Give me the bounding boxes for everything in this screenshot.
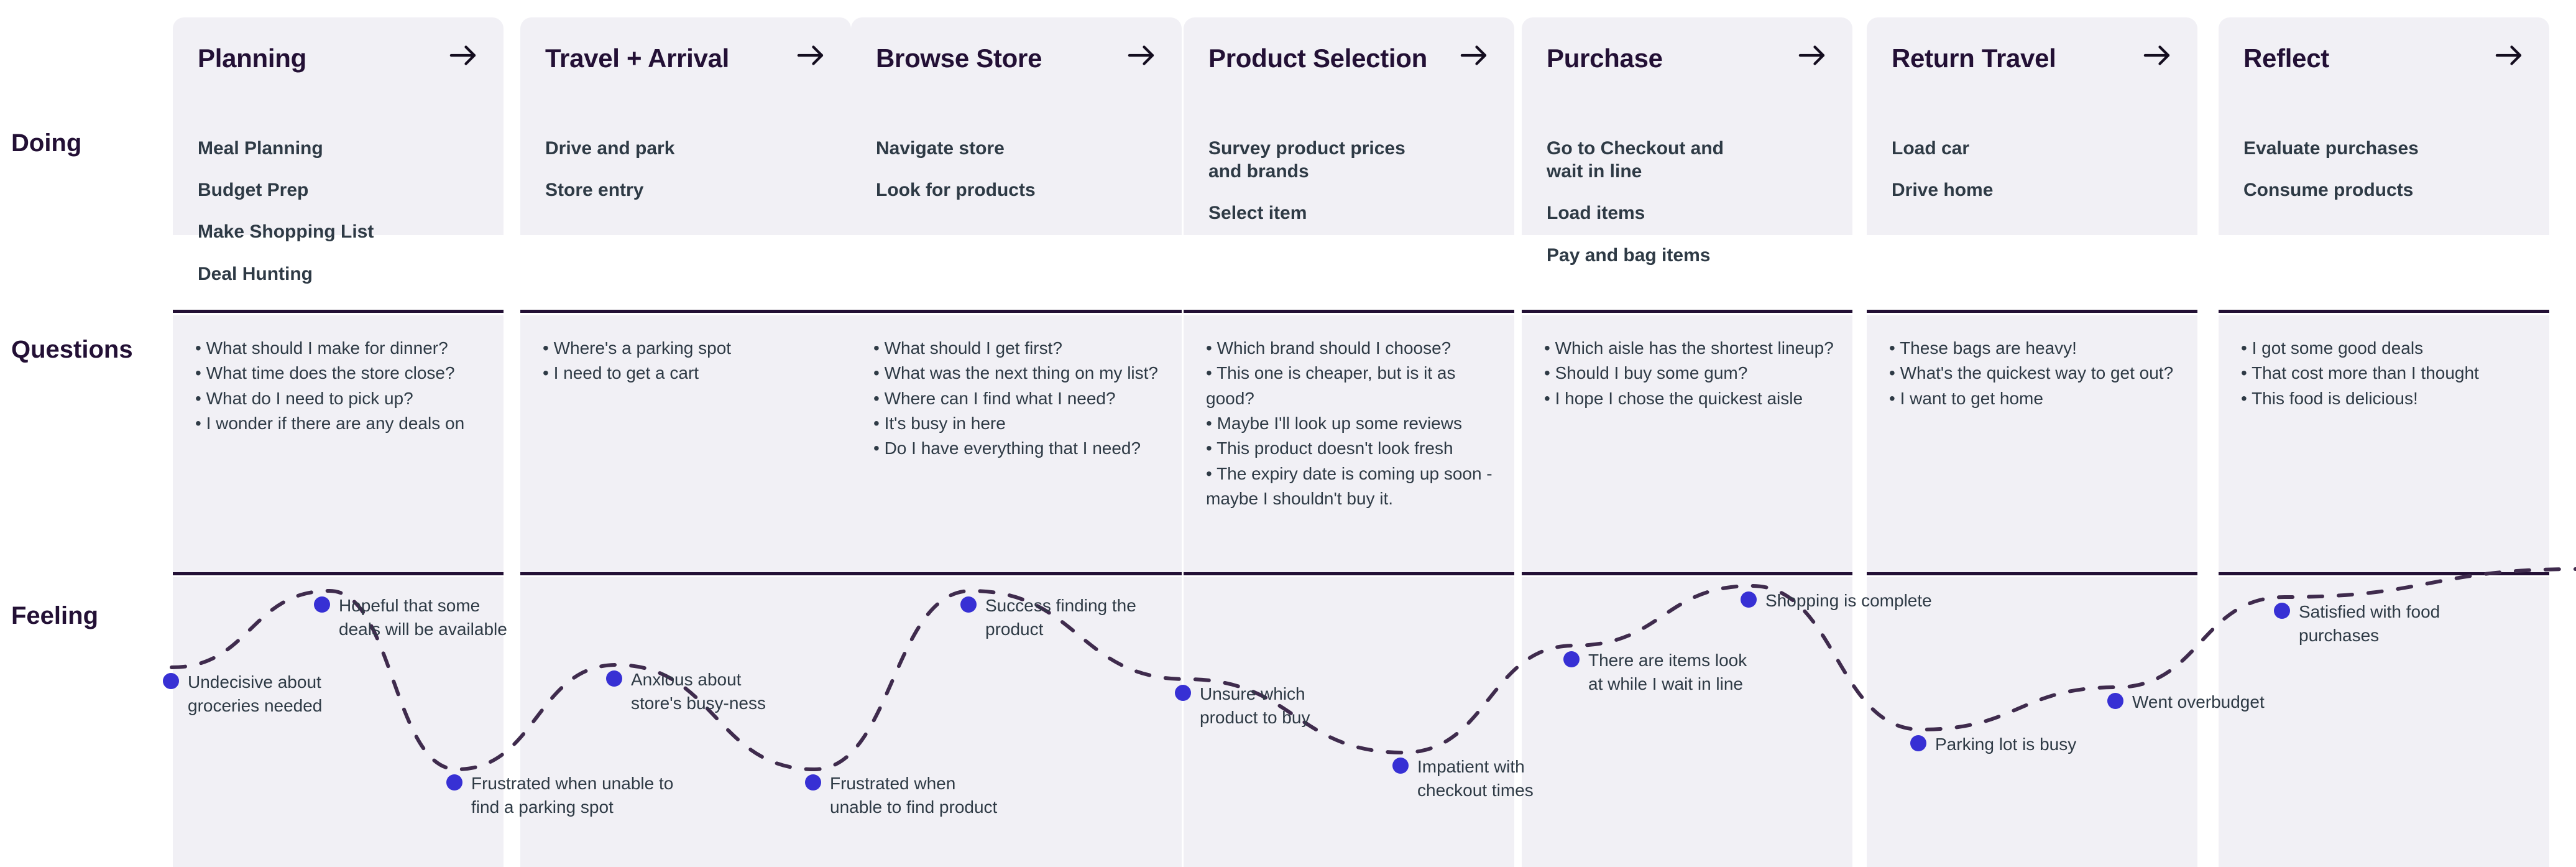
emotion-dot-icon: [960, 596, 977, 613]
emotion-dot-icon: [2274, 603, 2290, 619]
feeling-node[interactable]: Hopeful that some deals will be availabl…: [314, 594, 507, 641]
feeling-node[interactable]: Success finding the product: [960, 594, 1136, 641]
feeling-node[interactable]: Parking lot is busy: [1910, 733, 2076, 756]
emotion-dot-icon: [1392, 758, 1409, 774]
feeling-node[interactable]: Impatient with checkout times: [1392, 755, 1534, 802]
feeling-label: Impatient with checkout times: [1417, 757, 1534, 800]
feeling-label: Parking lot is busy: [1935, 735, 2077, 754]
emotion-dot-icon: [1175, 685, 1191, 701]
feeling-label: Satisfied with food purchases: [2299, 602, 2440, 645]
emotion-dot-icon: [163, 673, 179, 689]
feeling-node[interactable]: Went overbudget: [2107, 690, 2265, 714]
feeling-label: Frustrated when unable to find product: [830, 774, 998, 817]
feeling-layer: Undecisive about groceries needed Hopeful…: [0, 0, 2576, 867]
feeling-node[interactable]: Undecisive about groceries needed: [163, 670, 322, 717]
emotion-dot-icon: [1741, 591, 1757, 608]
emotion-dot-icon: [2107, 693, 2123, 709]
feeling-label: Success finding the product: [985, 596, 1136, 639]
emotion-dot-icon: [446, 774, 462, 790]
feeling-label: Hopeful that some deals will be availabl…: [339, 596, 507, 639]
feeling-label: Undecisive about groceries needed: [188, 672, 323, 715]
feeling-node[interactable]: Shopping is complete: [1741, 589, 1932, 613]
journey-map-canvas: Doing Questions Feeling Planning Meal Pla…: [0, 0, 2576, 867]
emotion-curve: [170, 567, 2576, 772]
feeling-node[interactable]: Unsure which product to buy: [1175, 682, 1310, 729]
feeling-label: Went overbudget: [2132, 692, 2265, 712]
emotion-dot-icon: [805, 774, 821, 790]
emotion-dot-icon: [606, 670, 622, 687]
feeling-node[interactable]: Satisfied with food purchases: [2274, 600, 2440, 647]
feeling-label: Shopping is complete: [1765, 591, 1932, 610]
emotion-dot-icon: [1910, 735, 1926, 751]
feeling-node[interactable]: There are items look at while I wait in …: [1563, 649, 1747, 695]
feeling-node[interactable]: Frustrated when unable to find product: [805, 772, 997, 818]
feeling-label: There are items look at while I wait in …: [1588, 651, 1747, 693]
emotion-dot-icon: [1563, 651, 1580, 667]
feeling-label: Frustrated when unable to find a parking…: [471, 774, 674, 817]
feeling-node[interactable]: Anxious about store's busy-ness: [606, 668, 766, 715]
emotion-dot-icon: [314, 596, 330, 613]
feeling-label: Unsure which product to buy: [1200, 684, 1310, 727]
feeling-node[interactable]: Frustrated when unable to find a parking…: [446, 772, 673, 818]
feeling-label: Anxious about store's busy-ness: [631, 670, 766, 713]
